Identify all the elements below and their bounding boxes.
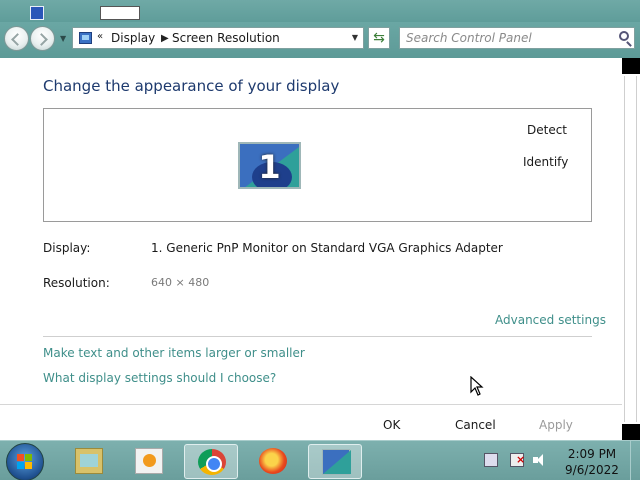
firefox-icon [259,448,287,474]
action-center-flag-icon[interactable] [484,453,498,467]
detect-button[interactable]: Detect [527,123,567,137]
network-icon[interactable] [510,453,525,467]
media-player-icon [135,448,163,474]
breadcrumb-overflow-icon[interactable]: « [97,31,103,42]
system-tray [478,453,558,469]
monitor-number: 1 [258,148,281,186]
display-help-link[interactable]: What display settings should I choose? [43,371,276,385]
search-placeholder: Search Control Panel [406,31,532,45]
taskbar-explorer[interactable] [62,444,116,479]
display-settings-icon [322,449,351,475]
search-input[interactable]: Search Control Panel [399,27,635,49]
resolution-select[interactable]: 640 × 480 [151,276,209,289]
breadcrumb-display[interactable]: Display [111,31,155,45]
display-label: Display: [43,241,91,255]
search-icon[interactable] [619,31,629,41]
resolution-label: Resolution: [43,276,110,290]
divider [43,336,592,337]
address-dropdown-icon[interactable]: ▼ [352,33,358,42]
show-desktop-button[interactable] [630,441,640,480]
navigation-bar: ▼ « Display ▶ Screen Resolution ▼ ⇆ Sear… [0,22,640,58]
refresh-button[interactable]: ⇆ [368,27,390,49]
page-title: Change the appearance of your display [43,77,340,95]
apply-button[interactable]: Apply [539,418,573,432]
display-select[interactable]: 1. Generic PnP Monitor on Standard VGA G… [151,241,503,255]
monitor-arrangement-panel: 1 Detect Identify [43,108,592,222]
identify-button[interactable]: Identify [523,155,568,169]
file-explorer-icon [75,448,103,474]
back-button[interactable] [4,26,29,51]
window-thumbnail-icon [100,6,140,20]
breadcrumb-separator-icon[interactable]: ▶ [161,33,169,44]
scroll-down-button[interactable] [622,424,640,440]
text-size-link[interactable]: Make text and other items larger or smal… [43,346,305,360]
address-bar[interactable]: « Display ▶ Screen Resolution ▼ [72,27,364,49]
chrome-icon [198,449,226,475]
monitor-1-tile[interactable]: 1 [238,142,301,189]
scroll-up-button[interactable] [622,58,640,74]
footer-divider [0,404,622,405]
start-button[interactable] [6,443,44,480]
taskbar-display-settings[interactable] [308,444,362,479]
forward-button[interactable] [30,26,55,51]
windows-logo-icon [17,454,33,470]
main-content: Change the appearance of your display 1 … [0,58,622,412]
cancel-button[interactable]: Cancel [455,418,496,432]
taskbar-firefox[interactable] [246,444,300,479]
ok-button[interactable]: OK [383,418,400,432]
control-panel-icon [79,32,92,44]
taskbar-chrome[interactable] [184,444,238,479]
mouse-cursor-icon [470,376,484,396]
window-thumbnail-icon [30,6,44,20]
volume-icon[interactable] [532,453,546,467]
vertical-scrollbar[interactable] [622,58,640,440]
system-clock[interactable]: 2:09 PM 9/6/2022 [560,446,624,478]
taskbar-media-player[interactable] [122,444,176,479]
window-title-bar [0,0,640,22]
advanced-settings-link[interactable]: Advanced settings [495,313,606,327]
taskbar: 2:09 PM 9/6/2022 [0,440,640,480]
scroll-track[interactable] [624,76,637,422]
recent-pages-dropdown-icon[interactable]: ▼ [60,34,66,43]
clock-date: 9/6/2022 [565,463,619,477]
clock-time: 2:09 PM [567,447,617,461]
breadcrumb-screen-resolution[interactable]: Screen Resolution [172,31,280,45]
